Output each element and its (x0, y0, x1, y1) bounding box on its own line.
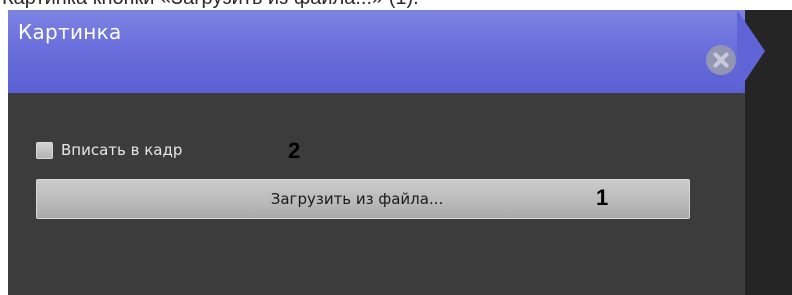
load-from-file-button[interactable]: Загрузить из файла... (36, 179, 690, 219)
close-icon (713, 52, 729, 68)
caption-text: Картинка кнопки «Загрузить из файла...» … (2, 0, 419, 10)
load-from-file-label: Загрузить из файла... (270, 190, 444, 208)
fit-to-frame-label: Вписать в кадр (61, 141, 183, 159)
fit-to-frame-checkbox[interactable] (36, 141, 53, 159)
panel-header-arrow (737, 10, 765, 93)
annotation-marker-1: 1 (596, 185, 609, 210)
fit-to-frame-option[interactable]: Вписать в кадр (36, 140, 182, 160)
panel-title: Картинка (18, 20, 122, 44)
picture-panel: Картинка Вписать в кадр 2 Загрузить из ф… (8, 10, 745, 295)
panel-header: Картинка (8, 10, 745, 93)
close-button[interactable] (706, 45, 736, 75)
annotation-marker-2: 2 (288, 138, 301, 163)
cropped-caption-text: Картинка кнопки «Загрузить из файла...» … (0, 0, 792, 10)
